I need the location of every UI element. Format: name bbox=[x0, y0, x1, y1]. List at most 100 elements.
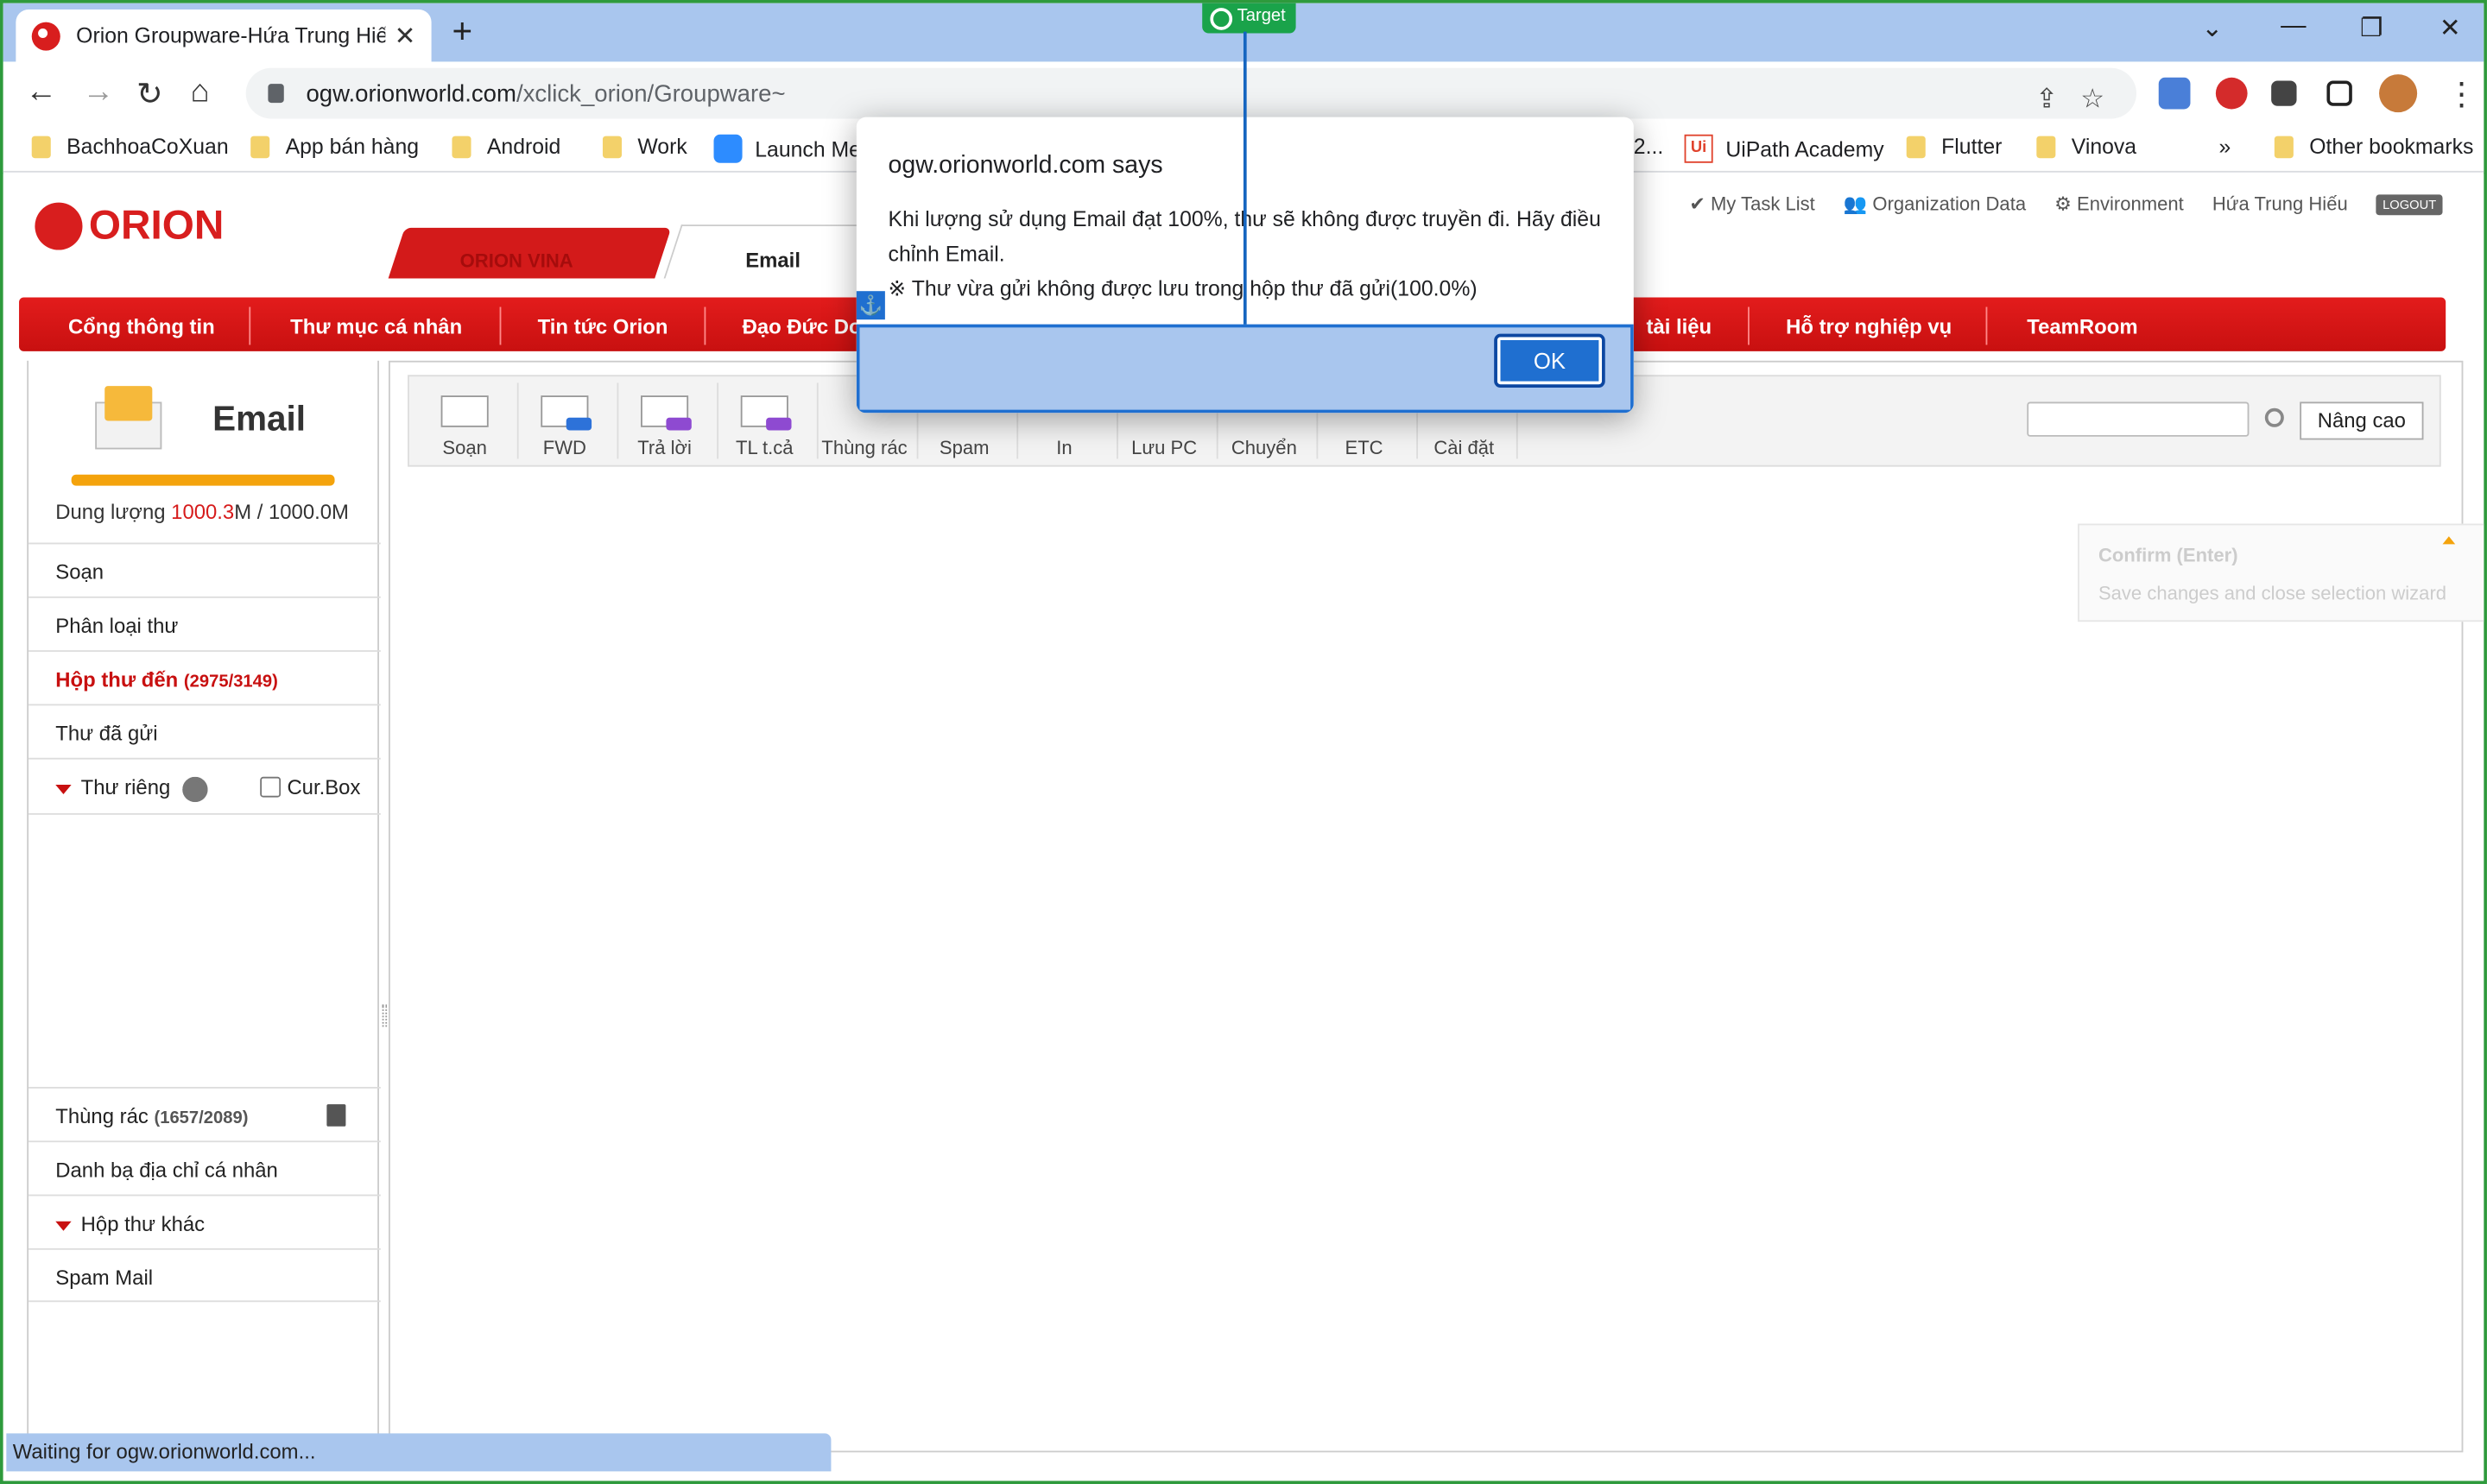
bookmark-bachhoa[interactable]: BachhoaCoXuan bbox=[31, 135, 229, 158]
bookmarks-overflow[interactable]: » bbox=[2219, 135, 2231, 158]
tab-search-icon[interactable]: ⌄ bbox=[2201, 13, 2223, 45]
quota-text: Dung lượng 1000.3M / 1000.0M bbox=[55, 500, 349, 524]
menu-separator bbox=[1748, 306, 1750, 345]
envelope-icon bbox=[438, 386, 491, 430]
tab-orion-vina-label[interactable]: ORION VINA bbox=[460, 250, 573, 273]
back-icon[interactable]: ← bbox=[25, 74, 57, 111]
orion-logo[interactable]: ORION bbox=[35, 201, 224, 250]
orion-favicon-icon bbox=[31, 21, 60, 50]
trash-bin-icon[interactable] bbox=[326, 1104, 346, 1127]
sidebar-item-spam[interactable]: Spam Mail bbox=[28, 1247, 381, 1303]
menu-tin-tuc-orion[interactable]: Tin tức Orion bbox=[538, 315, 668, 338]
side-panel-icon[interactable] bbox=[2326, 80, 2352, 106]
folder-icon bbox=[1906, 135, 1926, 158]
bookmark-other[interactable]: Other bookmarks bbox=[2274, 135, 2473, 158]
sidebar-item-inbox[interactable]: Hộp thư đến (2975/3149) bbox=[28, 650, 381, 704]
folder-icon bbox=[250, 135, 270, 158]
sidebar-item-trash[interactable]: Thùng rác (1657/2089) bbox=[28, 1086, 381, 1140]
uipath-icon: Ui bbox=[1684, 134, 1713, 163]
expand-triangle-icon[interactable] bbox=[55, 784, 72, 794]
url-domain: ogw.orionworld.com bbox=[306, 79, 516, 107]
minimize-icon[interactable]: — bbox=[2281, 13, 2306, 41]
forward-icon[interactable]: → bbox=[83, 74, 115, 111]
bookmark-vinova[interactable]: Vinova bbox=[2036, 135, 2136, 158]
menu-separator bbox=[499, 306, 502, 345]
reload-icon[interactable]: ↻ bbox=[136, 74, 163, 114]
target-badge: Target bbox=[1202, 3, 1295, 34]
environment-link[interactable]: ⚙ Environment bbox=[2054, 193, 2184, 216]
bookmark-flutter[interactable]: Flutter bbox=[1906, 135, 2002, 158]
reply-mail-icon bbox=[637, 386, 692, 431]
tab-email-label[interactable]: Email bbox=[745, 249, 801, 272]
bookmark-launch-meeting[interactable]: Launch Me bbox=[713, 134, 861, 163]
profile-avatar[interactable] bbox=[2379, 74, 2418, 113]
confirm-hint-title: Confirm (Enter) bbox=[2098, 544, 2238, 567]
new-tab-icon[interactable]: + bbox=[452, 11, 472, 53]
ok-button[interactable]: OK bbox=[1494, 333, 1605, 388]
anchor-icon: ⚓ bbox=[856, 291, 885, 320]
menu-cong-thong-tin[interactable]: Cổng thông tin bbox=[68, 315, 215, 338]
menu-teamroom[interactable]: TeamRoom bbox=[2027, 315, 2137, 338]
gear-icon[interactable] bbox=[182, 776, 209, 802]
bookmark-android[interactable]: Android bbox=[452, 135, 560, 158]
folder-icon bbox=[452, 135, 471, 158]
search-icon[interactable] bbox=[2264, 407, 2284, 427]
splitter-handle[interactable] bbox=[382, 1004, 388, 1027]
browser-tab[interactable]: Orion Groupware-Hứa Trung Hiế ✕ bbox=[16, 9, 432, 62]
my-task-list-link[interactable]: ✔ My Task List bbox=[1689, 193, 1814, 216]
menu-separator bbox=[704, 306, 706, 345]
sidebar-item-private[interactable]: Thư riêng Cur.Box bbox=[28, 757, 381, 815]
quota-bar bbox=[71, 474, 335, 486]
confirm-hint-tooltip: Confirm (Enter) Save changes and close s… bbox=[2078, 523, 2484, 622]
scroll-up-arrow-icon[interactable] bbox=[2442, 536, 2456, 545]
dialog-footer: OK bbox=[856, 324, 1634, 414]
bookmark-uipath[interactable]: Ui UiPath Academy bbox=[1684, 134, 1884, 163]
forward-mail-icon bbox=[538, 386, 592, 431]
mail-search-input[interactable] bbox=[2027, 401, 2250, 437]
sidebar-item-sent[interactable]: Thư đã gửi bbox=[28, 704, 381, 758]
sidebar-item-classify[interactable]: Phân loại thư bbox=[28, 596, 381, 650]
inbox-count: (2975/3149) bbox=[183, 672, 278, 691]
reply-all-button[interactable]: TL t.cả bbox=[715, 386, 813, 458]
bookmark-work[interactable]: Work bbox=[602, 135, 687, 158]
expand-triangle-icon[interactable] bbox=[55, 1220, 72, 1230]
organization-data-link[interactable]: 👥 Organization Data bbox=[1844, 193, 2026, 216]
zoom-icon bbox=[713, 134, 743, 163]
curbox-checkbox[interactable]: Cur.Box bbox=[260, 775, 360, 799]
extensions-puzzle-icon[interactable] bbox=[2271, 80, 2297, 106]
bookmark-truncated[interactable]: 2... bbox=[1634, 135, 1663, 158]
folder-icon bbox=[602, 135, 622, 158]
checkbox-icon[interactable] bbox=[260, 776, 282, 798]
bookmark-app-ban-hang[interactable]: App bán hàng bbox=[250, 135, 419, 158]
dialog-title: ogw.orionworld.com says bbox=[888, 151, 1163, 180]
menu-thu-muc-ca-nhan[interactable]: Thư mục cá nhân bbox=[290, 315, 462, 338]
window-close-icon[interactable]: ✕ bbox=[2440, 13, 2461, 45]
adblock-extension-icon[interactable] bbox=[2215, 77, 2248, 110]
folder-icon bbox=[2036, 135, 2056, 158]
tab-close-icon[interactable]: ✕ bbox=[395, 20, 416, 52]
status-bar: Waiting for ogw.orionworld.com... bbox=[6, 1433, 832, 1472]
menu-kebab-icon[interactable]: ⋮ bbox=[2446, 74, 2478, 114]
restore-icon[interactable]: ❐ bbox=[2360, 13, 2383, 45]
compose-button[interactable]: Soạn bbox=[415, 386, 514, 458]
forward-button[interactable]: FWD bbox=[516, 386, 614, 458]
home-icon[interactable]: ⌂ bbox=[190, 74, 209, 111]
menu-ho-tro-nghiep-vu[interactable]: Hỗ trợ nghiệp vụ bbox=[1786, 315, 1952, 338]
menu-dao-duc[interactable]: Đạo Đức Do bbox=[743, 315, 862, 338]
address-bar[interactable]: ogw.orionworld.com/xclick_orion/Groupwar… bbox=[245, 67, 2137, 119]
advanced-search-button[interactable]: Nâng cao bbox=[2300, 401, 2424, 440]
sidebar-item-compose[interactable]: Soạn bbox=[28, 542, 381, 597]
translate-extension-icon[interactable] bbox=[2158, 77, 2191, 110]
sidebar-item-other-mailbox[interactable]: Hộp thư khác bbox=[28, 1194, 381, 1248]
sidebar-item-contacts[interactable]: Danh bạ địa chỉ cá nhân bbox=[28, 1140, 381, 1194]
browser-window: Orion Groupware-Hứa Trung Hiế ✕ + ⌄ — ❐ … bbox=[0, 0, 2487, 1484]
user-name: Hứa Trung Hiếu bbox=[2212, 193, 2348, 216]
menu-separator bbox=[1985, 306, 1988, 345]
menu-separator bbox=[249, 306, 251, 345]
share-star-icons[interactable]: ⇪ ☆ bbox=[2035, 84, 2104, 116]
lock-icon bbox=[268, 84, 284, 104]
reply-button[interactable]: Trả lời bbox=[616, 386, 714, 458]
menu-tai-lieu[interactable]: tài liệu bbox=[1646, 315, 1712, 338]
logout-button[interactable]: LOGOUT bbox=[2376, 193, 2443, 215]
mail-sidebar: Email Dung lượng 1000.3M / 1000.0M Soạn … bbox=[27, 360, 381, 1453]
